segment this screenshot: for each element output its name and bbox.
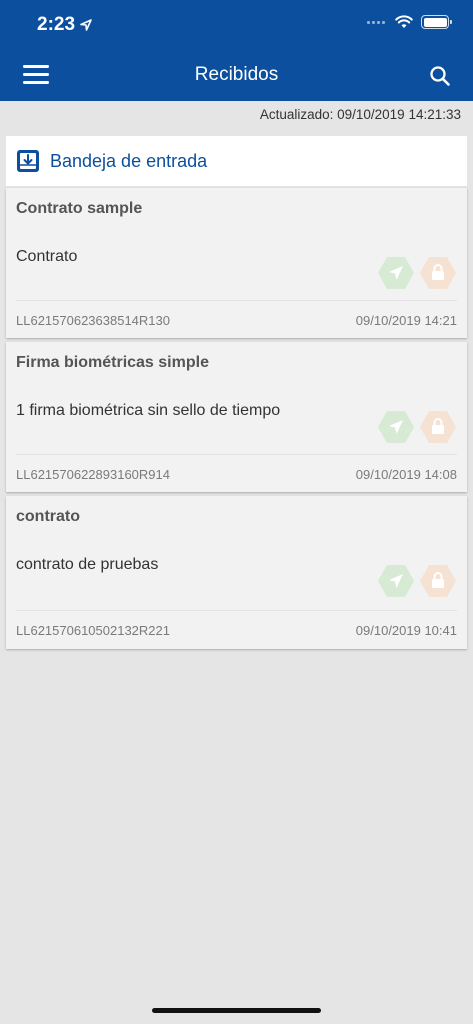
send-icon: [378, 565, 414, 597]
document-description: 1 firma biométrica sin sello de tiempo: [16, 402, 281, 419]
status-icons: [367, 15, 452, 29]
inbox-download-icon: [17, 150, 39, 172]
document-description: contrato de pruebas: [16, 556, 159, 573]
page-title: Recibidos: [194, 64, 279, 85]
wifi-icon: [395, 15, 413, 28]
home-indicator[interactable]: [152, 1008, 321, 1013]
last-updated: Actualizado: 09/10/2019 14:21:33: [259, 107, 461, 122]
send-icon: [378, 411, 414, 443]
battery-icon: [421, 15, 452, 29]
lock-icon: [420, 565, 456, 597]
cellular-signal-icon: [367, 20, 385, 24]
inbox-header: Bandeja de entrada: [6, 136, 467, 186]
document-id: LL621570610502132R221: [16, 623, 170, 638]
document-date: 09/10/2019 14:08: [355, 467, 457, 482]
document-card[interactable]: Contrato sample Contrato LL6215706236385…: [6, 188, 467, 338]
divider: [16, 610, 457, 611]
document-id: LL621570623638514R130: [16, 313, 170, 328]
document-status-icons: [377, 256, 457, 290]
document-description: Contrato: [16, 248, 78, 265]
inbox-title: Bandeja de entrada: [50, 150, 208, 171]
document-title: Contrato sample: [16, 200, 143, 217]
document-date: 09/10/2019 14:21: [355, 313, 457, 328]
divider: [16, 454, 457, 455]
location-arrow-icon: [80, 19, 92, 31]
divider: [16, 300, 457, 301]
document-id: LL621570622893160R914: [16, 467, 170, 482]
send-icon: [378, 257, 414, 289]
document-status-icons: [377, 564, 457, 598]
lock-icon: [420, 257, 456, 289]
lock-icon: [420, 411, 456, 443]
status-time: 2:23: [37, 14, 92, 36]
document-card[interactable]: Firma biométricas simple 1 firma biométr…: [6, 342, 467, 492]
document-title: Firma biométricas simple: [16, 354, 209, 371]
document-status-icons: [377, 410, 457, 444]
document-card[interactable]: contrato contrato de pruebas LL621570610…: [6, 496, 467, 649]
document-title: contrato: [16, 508, 80, 525]
top-bar: 2:23 Recibidos: [0, 0, 473, 101]
clock: 2:23: [37, 14, 76, 35]
document-date: 09/10/2019 10:41: [355, 623, 457, 638]
search-icon[interactable]: [429, 65, 451, 87]
